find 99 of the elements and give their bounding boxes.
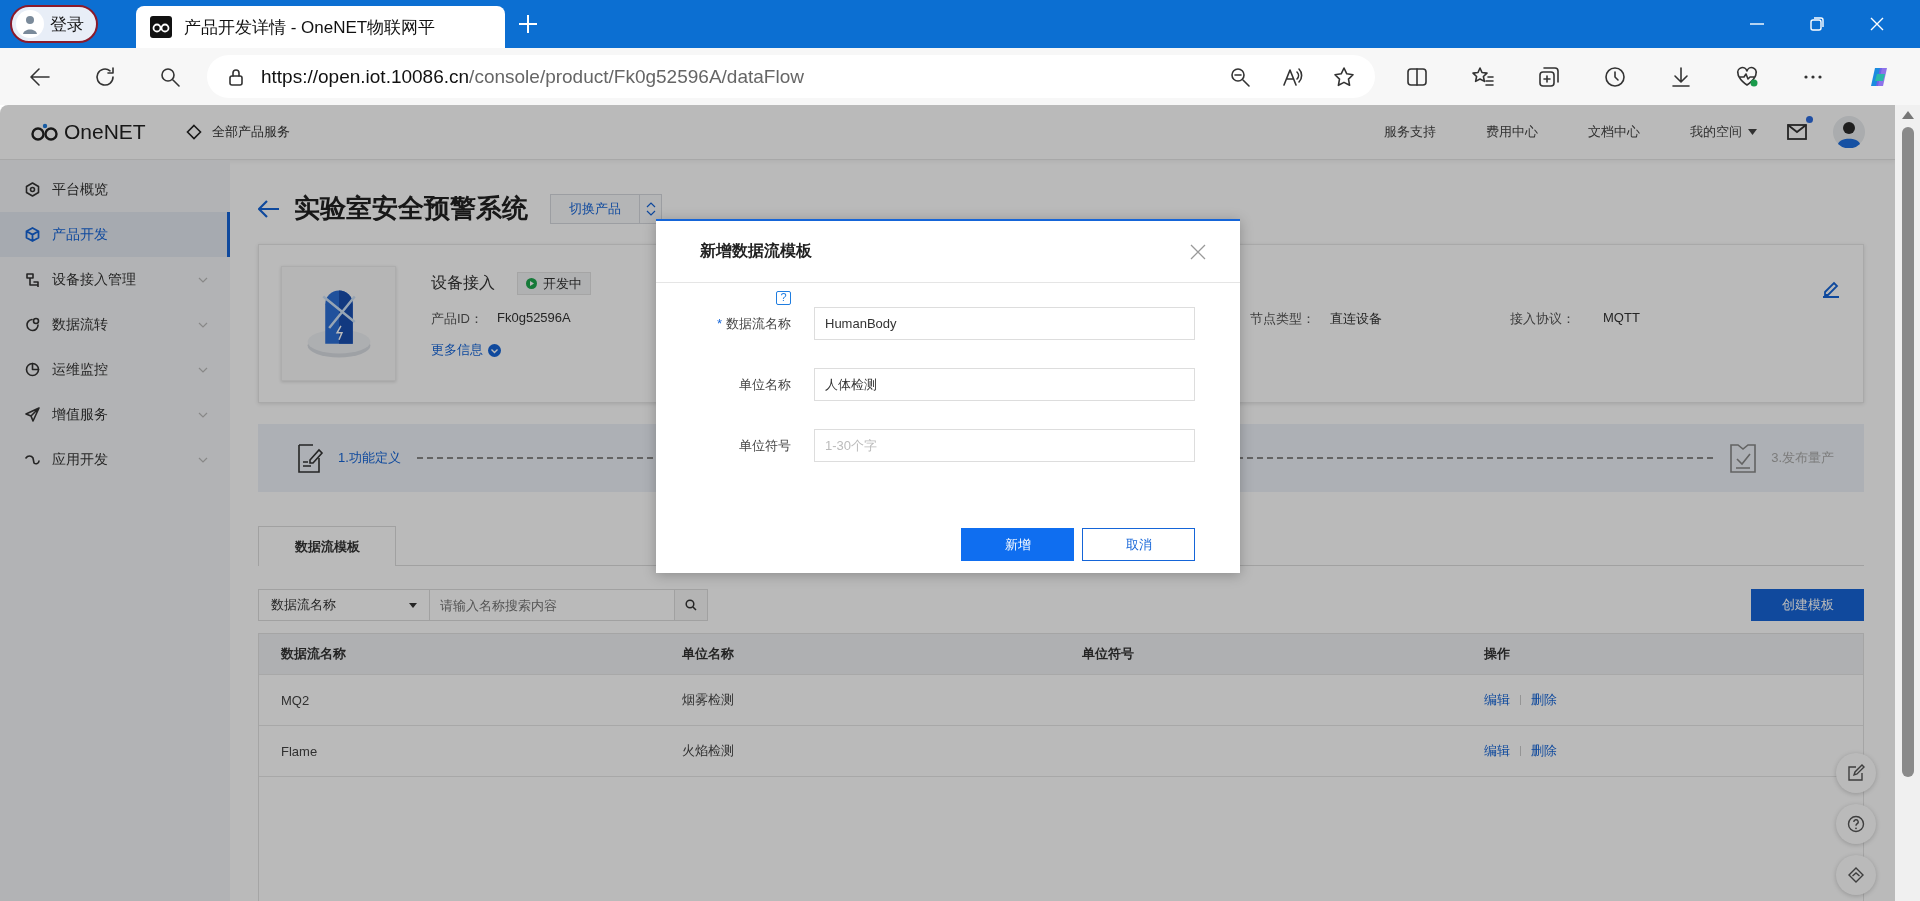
delete-link[interactable]: 删除	[1531, 742, 1557, 760]
pie-chart-icon	[25, 362, 40, 377]
header-link[interactable]: 费用中心	[1486, 123, 1538, 141]
lock-icon	[227, 67, 245, 86]
site-icon	[150, 16, 172, 38]
input-field[interactable]: HumanBody	[814, 307, 1195, 340]
help-icon	[1847, 815, 1865, 833]
hexagon-icon	[25, 182, 40, 197]
collections-icon[interactable]	[1537, 64, 1561, 89]
sidebar-item[interactable]: 产品开发	[0, 212, 230, 257]
expand-icon	[488, 343, 501, 357]
close-icon[interactable]	[1190, 243, 1206, 260]
field-value: Fk0g52596A	[497, 310, 571, 327]
cube-icon	[25, 227, 40, 242]
login-button[interactable]: 登录	[10, 5, 98, 43]
search-button[interactable]	[675, 589, 708, 621]
tab[interactable]: 数据流模板	[258, 526, 396, 566]
url-text: https://open.iot.10086.cn/console/product/Fk0g52596A/dataFlow	[261, 65, 804, 88]
field-label: 产品ID：	[431, 310, 484, 328]
avatar-icon	[16, 10, 44, 38]
edit-link[interactable]: 编辑	[1484, 691, 1510, 709]
input-field[interactable]: 1-30个字	[814, 429, 1195, 462]
table-cell-text: MQ2	[281, 692, 311, 708]
flowchart-icon	[25, 272, 40, 287]
delete-link[interactable]: 删除	[1531, 691, 1557, 709]
paper-plane-icon	[25, 407, 40, 422]
help-button[interactable]	[1836, 804, 1876, 844]
cancel-button[interactable]: 取消	[1082, 528, 1195, 561]
refresh-icon[interactable]	[93, 64, 117, 89]
clipboard-check-icon	[1729, 442, 1758, 474]
download-icon[interactable]	[1669, 64, 1693, 89]
caret-icon	[1748, 129, 1757, 135]
curve-icon	[25, 452, 40, 467]
edit-link[interactable]: 编辑	[1484, 742, 1510, 760]
field-label: 单位符号	[739, 437, 791, 453]
address-field[interactable]: https://open.iot.10086.cn/console/product/Fk0g52596A/dataFlow	[207, 55, 1375, 98]
feedback-button[interactable]	[1836, 753, 1876, 793]
my-space-menu[interactable]: 我的空间	[1690, 123, 1757, 141]
document-edit-icon	[296, 442, 324, 474]
table-cell-text: 烟雾检测	[682, 691, 735, 709]
status-dot-icon	[526, 278, 537, 289]
more-info-link[interactable]: 更多信息	[431, 341, 1821, 359]
sidebar-item[interactable]: 设备接入管理	[0, 257, 230, 302]
field-label: 单位名称	[739, 376, 791, 392]
search-icon	[685, 599, 697, 611]
heart-pulse-icon[interactable]	[1735, 64, 1759, 89]
diamond-icon	[185, 124, 202, 140]
header-link[interactable]: 文档中心	[1588, 123, 1640, 141]
scrollbar-thumb[interactable]	[1901, 127, 1914, 777]
edit-icon	[1847, 764, 1865, 782]
browser-tab[interactable]: 产品开发详情 - OneNET物联网平	[136, 6, 505, 48]
read-aloud-icon[interactable]	[1281, 65, 1303, 88]
help-icon[interactable]: ?	[776, 290, 791, 305]
product-name: 设备接入	[431, 273, 495, 293]
logo-icon	[30, 122, 60, 142]
top-button[interactable]	[1836, 855, 1876, 895]
restore-icon[interactable]	[1808, 15, 1826, 33]
sidebar-item[interactable]: 增值服务	[0, 392, 230, 437]
cycle-icon	[25, 317, 40, 332]
new-tab-icon[interactable]	[517, 13, 539, 35]
logo-text: OneNET	[64, 120, 146, 144]
tab-title: 产品开发详情 - OneNET物联网平	[184, 16, 436, 39]
sidebar-item[interactable]: 平台概览	[0, 167, 230, 212]
column-header: 操作	[1484, 645, 1511, 663]
chevron-up-icon	[1847, 866, 1865, 884]
column-header: 单位符号	[1082, 645, 1135, 663]
add-button[interactable]: 新增	[961, 528, 1074, 561]
filter-dropdown[interactable]: 数据流名称	[258, 589, 430, 621]
create-template-button[interactable]: 创建模板	[1751, 589, 1864, 621]
table-cell-text: 火焰检测	[682, 742, 735, 760]
scroll-up-icon[interactable]	[1901, 111, 1914, 119]
column-header: 单位名称	[682, 645, 735, 663]
header-link[interactable]: 服务支持	[1384, 123, 1436, 141]
avatar[interactable]	[1833, 116, 1865, 148]
field-label: 节点类型：	[1250, 310, 1316, 328]
sidebar-item[interactable]: 数据流转	[0, 302, 230, 347]
step-label[interactable]: 1.功能定义	[338, 449, 401, 467]
all-services-link[interactable]: 全部产品服务	[185, 123, 290, 141]
column-header: 数据流名称	[281, 645, 347, 663]
back-arrow-icon[interactable]	[258, 199, 280, 218]
field-label: * 数据流名称	[716, 315, 791, 331]
page-title: 实验室安全预警系统	[294, 192, 528, 225]
sidebar-item[interactable]: 应用开发	[0, 437, 230, 482]
favorites-icon[interactable]	[1471, 64, 1495, 89]
close-icon[interactable]	[1868, 15, 1886, 33]
field-value: 直连设备	[1330, 310, 1382, 328]
field-label: 接入协议：	[1510, 310, 1576, 328]
search-field[interactable]: 请输入名称搜索内容	[430, 589, 675, 621]
history-icon[interactable]	[1603, 64, 1627, 89]
star-icon[interactable]	[1333, 65, 1355, 88]
dialog-title: 新增数据流模板	[700, 241, 812, 261]
caret-icon	[409, 602, 417, 608]
mail-icon[interactable]	[1787, 124, 1807, 140]
table-cell-text: Flame	[281, 743, 319, 759]
field-value: MQTT	[1603, 310, 1640, 327]
zoom-out-icon[interactable]	[1229, 65, 1251, 88]
sidebar-item[interactable]: 运维监控	[0, 347, 230, 392]
status-badge: 开发中	[517, 272, 591, 295]
input-field[interactable]: 人体检测	[814, 368, 1195, 401]
